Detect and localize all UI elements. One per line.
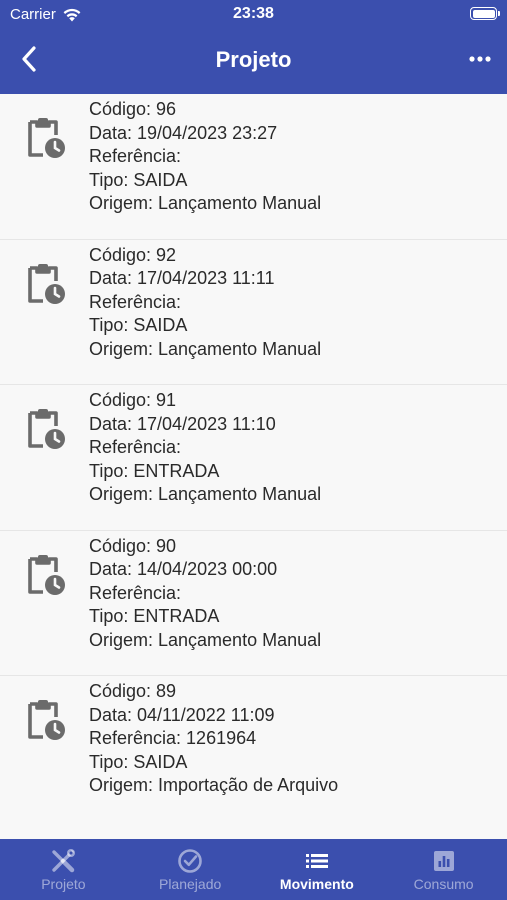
movement-item[interactable]: Código: 90 Data: 14/04/2023 00:00 Referê… (0, 530, 507, 676)
tab-label: Consumo (413, 876, 474, 892)
clipboard-clock-icon (28, 409, 65, 449)
tab-label: Planejado (158, 876, 222, 892)
movement-item[interactable]: Código: 91 Data: 17/04/2023 11:10 Referê… (0, 385, 507, 531)
movement-code: Código: 89 (89, 681, 177, 701)
list-icon (305, 854, 328, 868)
movement-reference: Referência: (89, 437, 182, 457)
clipboard-clock-icon (28, 118, 65, 158)
movement-reference: Referência: 1261964 (89, 728, 257, 748)
movement-date: Data: 14/04/2023 00:00 (89, 559, 278, 579)
movement-item[interactable]: Código: 96 Data: 19/04/2023 23:27 Referê… (0, 94, 507, 240)
movement-type: Tipo: ENTRADA (89, 606, 220, 626)
check-circle-icon (178, 849, 202, 873)
movement-type: Tipo: SAIDA (89, 751, 188, 772)
tab-consumo[interactable]: Consumo (380, 839, 507, 900)
movement-details: Código: 89 Data: 04/11/2022 11:09 Referê… (89, 680, 338, 798)
movement-code: Código: 91 (89, 390, 177, 410)
movement-date: Data: 17/04/2023 11:11 (89, 268, 275, 288)
battery-icon (470, 7, 500, 20)
clipboard-clock-icon (28, 700, 65, 740)
movement-code: Código: 92 (89, 244, 177, 265)
movement-code: Código: 96 (89, 99, 177, 119)
movement-item[interactable]: Código: 89 Data: 04/11/2022 11:09 Referê… (0, 676, 507, 822)
movement-reference: Referência: (89, 291, 182, 312)
movement-origin: Origem: Lançamento Manual (89, 338, 322, 359)
tab-projeto[interactable]: Projeto (0, 839, 127, 900)
movement-details: Código: 91 Data: 17/04/2023 11:10 Referê… (89, 389, 321, 507)
movement-reference: Referência: (89, 146, 182, 166)
tab-label: Projeto (41, 876, 86, 892)
tab-bar: Projeto Planejado Movimento Consumo (0, 839, 507, 900)
nav-bar: Projeto (0, 30, 507, 94)
tab-movimento[interactable]: Movimento (254, 839, 381, 900)
movement-type: Tipo: SAIDA (89, 315, 188, 335)
movement-type: Tipo: SAIDA (89, 169, 188, 190)
movement-origin: Origem: Lançamento Manual (89, 484, 322, 504)
movement-date: Data: 17/04/2023 11:10 (89, 413, 276, 434)
movement-details: Código: 92 Data: 17/04/2023 11:11 Referê… (89, 244, 321, 362)
bar-chart-icon (433, 851, 454, 871)
movement-type: Tipo: ENTRADA (89, 460, 220, 481)
clipboard-clock-icon (28, 263, 65, 304)
status-time: 23:38 (233, 5, 274, 22)
status-bar: Carrier 23:38 (0, 0, 507, 30)
tab-planejado[interactable]: Planejado (127, 839, 254, 900)
more-options-button[interactable] (465, 46, 495, 72)
tab-label: Movimento (279, 876, 354, 892)
movement-origin: Origem: Lançamento Manual (89, 629, 322, 650)
movement-list: Código: 96 Data: 19/04/2023 23:27 Referê… (0, 94, 507, 839)
movement-date: Data: 19/04/2023 23:27 (89, 122, 278, 143)
movement-reference: Referência: (89, 582, 182, 603)
top-bar: Carrier 23:38 Projeto (0, 0, 507, 94)
movement-origin: Origem: Lançamento Manual (89, 193, 322, 213)
page-title: Projeto (215, 47, 292, 72)
movement-item[interactable]: Código: 92 Data: 17/04/2023 11:11 Referê… (0, 239, 507, 385)
more-horizontal-icon (469, 56, 491, 62)
movement-code: Código: 90 (89, 535, 177, 556)
movement-date: Data: 04/11/2022 11:09 (89, 704, 275, 725)
tools-icon (52, 849, 76, 873)
clipboard-clock-icon (28, 554, 65, 595)
movement-origin: Origem: Importação de Arquivo (89, 775, 339, 795)
movement-details: Código: 90 Data: 14/04/2023 00:00 Referê… (89, 535, 321, 653)
movement-details: Código: 96 Data: 19/04/2023 23:27 Referê… (89, 98, 321, 216)
